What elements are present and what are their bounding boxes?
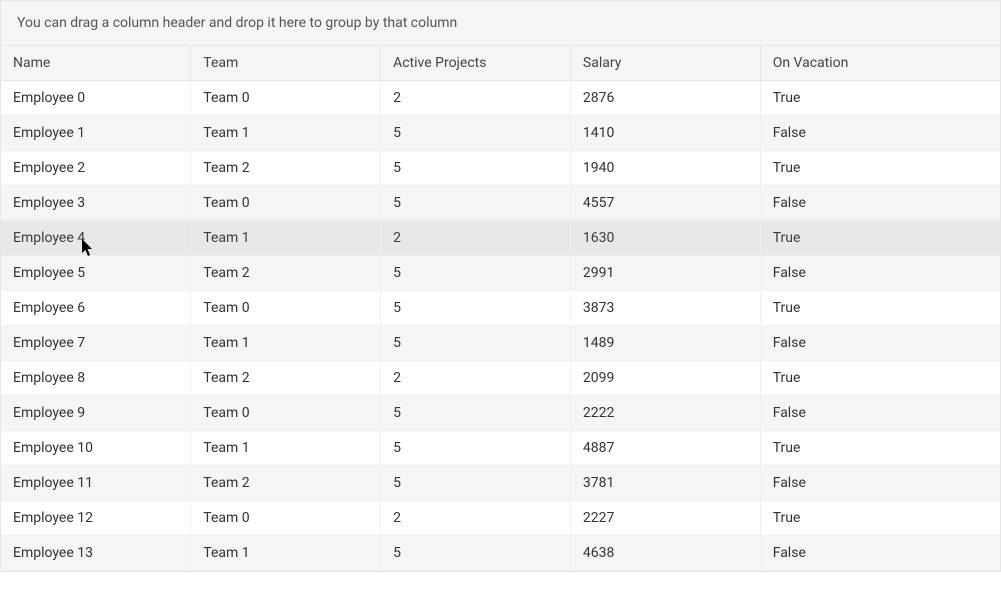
cell-proj[interactable]: 5 xyxy=(381,256,571,291)
cell-salary[interactable]: 1489 xyxy=(570,326,760,361)
cell-name[interactable]: Employee 10 xyxy=(1,431,191,466)
cell-name[interactable]: Employee 8 xyxy=(1,361,191,396)
cell-name[interactable]: Employee 12 xyxy=(1,501,191,536)
cell-team[interactable]: Team 1 xyxy=(191,326,381,361)
cell-vac[interactable]: True xyxy=(760,291,1000,326)
table-row[interactable]: Employee 11Team 253781False xyxy=(1,466,1000,501)
cell-vac[interactable]: False xyxy=(760,186,1000,221)
cell-team[interactable]: Team 1 xyxy=(191,431,381,466)
table-row[interactable]: Employee 4Team 121630True xyxy=(1,221,1000,256)
group-panel[interactable]: You can drag a column header and drop it… xyxy=(1,1,1000,46)
cell-name[interactable]: Employee 1 xyxy=(1,116,191,151)
column-header-on-vacation[interactable]: On Vacation xyxy=(760,46,1000,81)
cell-team[interactable]: Team 0 xyxy=(191,81,381,116)
cell-salary[interactable]: 2227 xyxy=(570,501,760,536)
cell-name[interactable]: Employee 4 xyxy=(1,221,191,256)
cell-vac[interactable]: False xyxy=(760,116,1000,151)
cell-vac[interactable]: False xyxy=(760,256,1000,291)
cell-salary[interactable]: 1630 xyxy=(570,221,760,256)
cell-name[interactable]: Employee 11 xyxy=(1,466,191,501)
cell-vac[interactable]: True xyxy=(760,501,1000,536)
table-row[interactable]: Employee 3Team 054557False xyxy=(1,186,1000,221)
cell-team[interactable]: Team 0 xyxy=(191,501,381,536)
cell-vac[interactable]: False xyxy=(760,326,1000,361)
cell-salary[interactable]: 1410 xyxy=(570,116,760,151)
cell-proj[interactable]: 5 xyxy=(381,536,571,571)
cell-salary[interactable]: 4887 xyxy=(570,431,760,466)
cell-team[interactable]: Team 1 xyxy=(191,116,381,151)
header-row: Name Team Active Projects Salary On Vaca… xyxy=(1,46,1000,81)
table-row[interactable]: Employee 12Team 022227True xyxy=(1,501,1000,536)
cell-team[interactable]: Team 2 xyxy=(191,151,381,186)
cell-team[interactable]: Team 2 xyxy=(191,466,381,501)
cell-name[interactable]: Employee 5 xyxy=(1,256,191,291)
table-row[interactable]: Employee 13Team 154638False xyxy=(1,536,1000,571)
cell-vac[interactable]: True xyxy=(760,361,1000,396)
cell-name[interactable]: Employee 0 xyxy=(1,81,191,116)
cell-vac[interactable]: True xyxy=(760,151,1000,186)
cell-proj[interactable]: 5 xyxy=(381,431,571,466)
table-row[interactable]: Employee 6Team 053873True xyxy=(1,291,1000,326)
cell-vac[interactable]: True xyxy=(760,221,1000,256)
cell-salary[interactable]: 2099 xyxy=(570,361,760,396)
cell-salary[interactable]: 2991 xyxy=(570,256,760,291)
cell-vac[interactable]: False xyxy=(760,466,1000,501)
data-grid: You can drag a column header and drop it… xyxy=(0,0,1001,572)
cell-team[interactable]: Team 1 xyxy=(191,536,381,571)
cell-proj[interactable]: 2 xyxy=(381,361,571,396)
cell-name[interactable]: Employee 3 xyxy=(1,186,191,221)
cell-proj[interactable]: 5 xyxy=(381,326,571,361)
cell-team[interactable]: Team 0 xyxy=(191,396,381,431)
column-header-salary[interactable]: Salary xyxy=(570,46,760,81)
cell-proj[interactable]: 5 xyxy=(381,396,571,431)
cell-name[interactable]: Employee 7 xyxy=(1,326,191,361)
cell-team[interactable]: Team 2 xyxy=(191,256,381,291)
column-header-team[interactable]: Team xyxy=(191,46,381,81)
cell-salary[interactable]: 4557 xyxy=(570,186,760,221)
column-header-name[interactable]: Name xyxy=(1,46,191,81)
cell-salary[interactable]: 4638 xyxy=(570,536,760,571)
group-panel-hint: You can drag a column header and drop it… xyxy=(17,15,457,31)
cell-name[interactable]: Employee 6 xyxy=(1,291,191,326)
cell-team[interactable]: Team 2 xyxy=(191,361,381,396)
cell-proj[interactable]: 5 xyxy=(381,291,571,326)
cell-vac[interactable]: False xyxy=(760,396,1000,431)
cell-salary[interactable]: 2876 xyxy=(570,81,760,116)
column-header-active-projects[interactable]: Active Projects xyxy=(381,46,571,81)
cell-name[interactable]: Employee 2 xyxy=(1,151,191,186)
cell-proj[interactable]: 2 xyxy=(381,221,571,256)
cell-salary[interactable]: 3873 xyxy=(570,291,760,326)
cell-proj[interactable]: 2 xyxy=(381,501,571,536)
table-row[interactable]: Employee 7Team 151489False xyxy=(1,326,1000,361)
table-row[interactable]: Employee 10Team 154887True xyxy=(1,431,1000,466)
cell-proj[interactable]: 5 xyxy=(381,151,571,186)
cell-name[interactable]: Employee 9 xyxy=(1,396,191,431)
cell-team[interactable]: Team 1 xyxy=(191,221,381,256)
table-row[interactable]: Employee 2Team 251940True xyxy=(1,151,1000,186)
cell-proj[interactable]: 5 xyxy=(381,116,571,151)
table-row[interactable]: Employee 8Team 222099True xyxy=(1,361,1000,396)
table-row[interactable]: Employee 0Team 022876True xyxy=(1,81,1000,116)
cell-team[interactable]: Team 0 xyxy=(191,291,381,326)
data-table: Name Team Active Projects Salary On Vaca… xyxy=(1,46,1000,571)
cell-vac[interactable]: False xyxy=(760,536,1000,571)
table-row[interactable]: Employee 1Team 151410False xyxy=(1,116,1000,151)
cell-vac[interactable]: True xyxy=(760,81,1000,116)
cell-vac[interactable]: True xyxy=(760,431,1000,466)
cell-proj[interactable]: 5 xyxy=(381,466,571,501)
cell-proj[interactable]: 2 xyxy=(381,81,571,116)
cell-salary[interactable]: 3781 xyxy=(570,466,760,501)
table-row[interactable]: Employee 9Team 052222False xyxy=(1,396,1000,431)
table-row[interactable]: Employee 5Team 252991False xyxy=(1,256,1000,291)
cell-salary[interactable]: 2222 xyxy=(570,396,760,431)
cell-name[interactable]: Employee 13 xyxy=(1,536,191,571)
cell-team[interactable]: Team 0 xyxy=(191,186,381,221)
cell-proj[interactable]: 5 xyxy=(381,186,571,221)
cell-salary[interactable]: 1940 xyxy=(570,151,760,186)
